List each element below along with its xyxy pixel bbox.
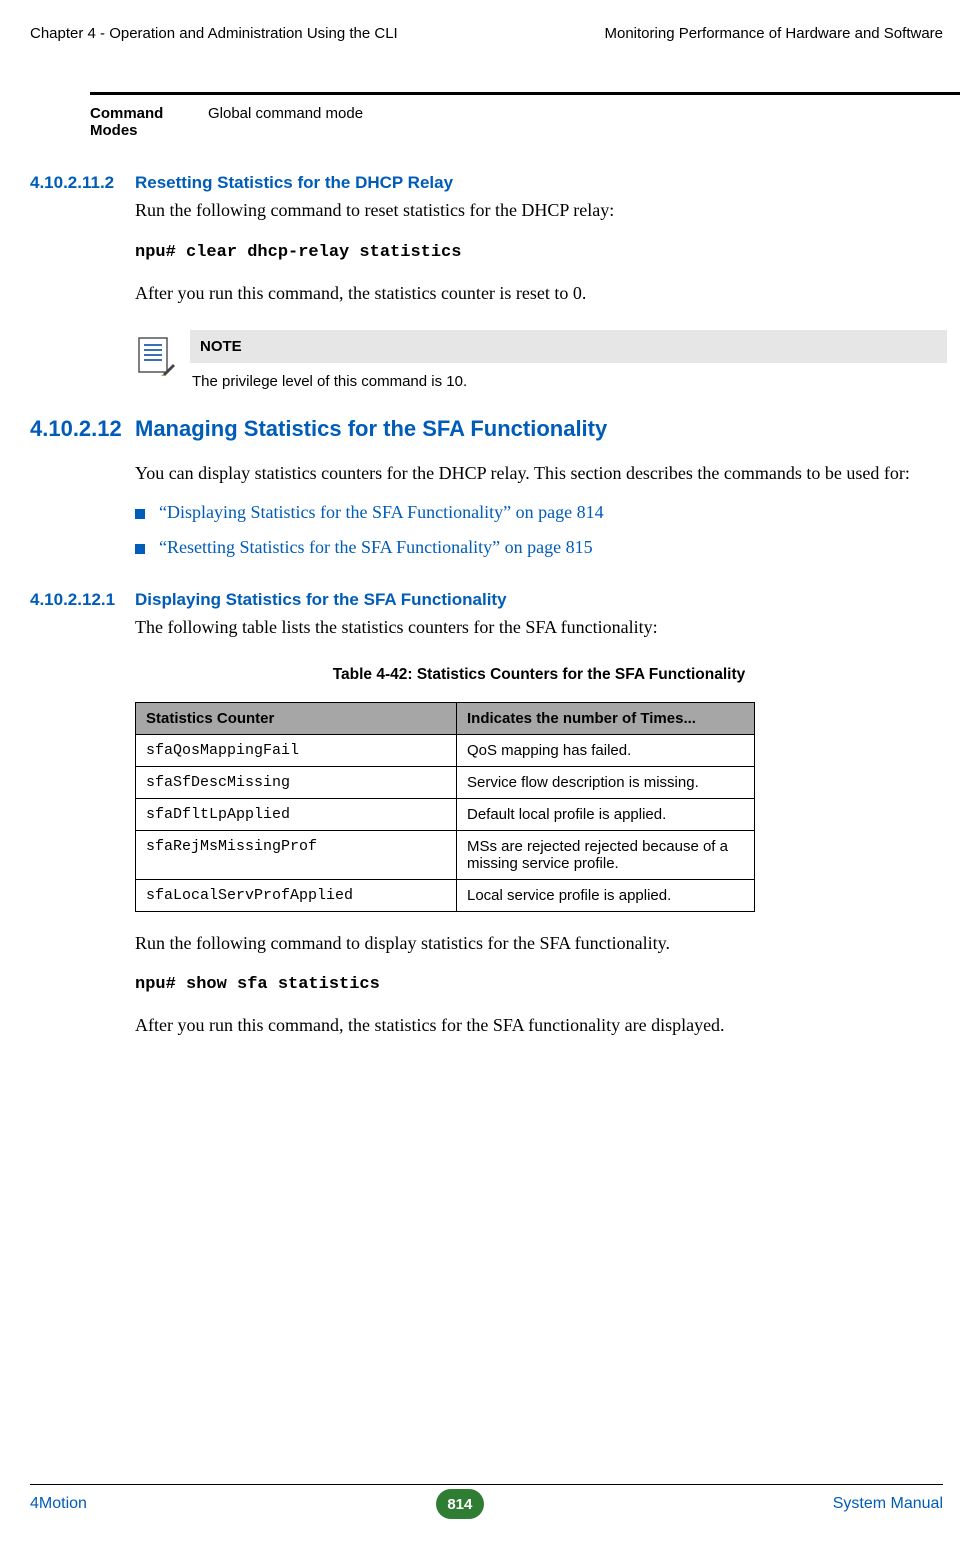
note-body: The privilege level of this command is 1… bbox=[190, 363, 947, 398]
xref-link[interactable]: “Displaying Statistics for the SFA Funct… bbox=[159, 502, 604, 523]
bullet-icon bbox=[135, 544, 145, 554]
cli-command: npu# show sfa statistics bbox=[135, 975, 943, 994]
header-left: Chapter 4 - Operation and Administration… bbox=[30, 25, 398, 42]
table-row: sfaLocalServProfApplied Local service pr… bbox=[136, 879, 755, 911]
list-item: “Resetting Statistics for the SFA Functi… bbox=[135, 537, 943, 558]
section-number: 4.10.2.12.1 bbox=[30, 590, 135, 610]
page: Chapter 4 - Operation and Administration… bbox=[0, 0, 973, 1545]
table-wrapper: Table 4-42: Statistics Counters for the … bbox=[135, 666, 943, 912]
section-paragraph: Run the following command to display sta… bbox=[135, 930, 943, 958]
xref-list: “Displaying Statistics for the SFA Funct… bbox=[135, 502, 943, 558]
page-header: Chapter 4 - Operation and Administration… bbox=[30, 25, 943, 42]
section-4-10-2-12: 4.10.2.12 Managing Statistics for the SF… bbox=[30, 416, 943, 572]
stat-counter-desc: Service flow description is missing. bbox=[457, 766, 755, 798]
table-header: Statistics Counter bbox=[136, 702, 457, 734]
note-heading: NOTE bbox=[190, 330, 947, 363]
section-title: Resetting Statistics for the DHCP Relay bbox=[135, 173, 943, 193]
table-row: sfaQosMappingFail QoS mapping has failed… bbox=[136, 734, 755, 766]
footer-right: System Manual bbox=[833, 1495, 943, 1513]
stat-counter-name: sfaLocalServProfApplied bbox=[136, 879, 457, 911]
section-title: Displaying Statistics for the SFA Functi… bbox=[135, 590, 943, 610]
header-right: Monitoring Performance of Hardware and S… bbox=[605, 25, 944, 42]
stat-counter-name: sfaQosMappingFail bbox=[136, 734, 457, 766]
table-header: Indicates the number of Times... bbox=[457, 702, 755, 734]
section-paragraph: After you run this command, the statisti… bbox=[135, 280, 943, 308]
stat-counter-name: sfaDfltLpApplied bbox=[136, 798, 457, 830]
command-modes-label-l2: Modes bbox=[90, 122, 138, 139]
section-4-10-2-11-2: 4.10.2.11.2 Resetting Statistics for the… bbox=[30, 173, 943, 308]
cli-command: npu# clear dhcp-relay statistics bbox=[135, 243, 943, 262]
command-modes-label-l1: Command bbox=[90, 105, 163, 122]
section-4-10-2-12-1: 4.10.2.12.1 Displaying Statistics for th… bbox=[30, 590, 943, 642]
stat-counter-desc: QoS mapping has failed. bbox=[457, 734, 755, 766]
post-table-block: Run the following command to display sta… bbox=[135, 930, 943, 1041]
stat-counter-desc: Local service profile is applied. bbox=[457, 879, 755, 911]
section-number: 4.10.2.11.2 bbox=[30, 173, 135, 193]
xref-link[interactable]: “Resetting Statistics for the SFA Functi… bbox=[159, 537, 593, 558]
section-paragraph: Run the following command to reset stati… bbox=[135, 197, 943, 225]
list-item: “Displaying Statistics for the SFA Funct… bbox=[135, 502, 943, 523]
section-title: Managing Statistics for the SFA Function… bbox=[135, 416, 943, 442]
stat-counter-name: sfaSfDescMissing bbox=[136, 766, 457, 798]
stat-counter-name: sfaRejMsMissingProf bbox=[136, 830, 457, 879]
section-paragraph: The following table lists the statistics… bbox=[135, 614, 943, 642]
stat-counter-desc: MSs are rejected rejected because of a m… bbox=[457, 830, 755, 879]
footer-left: 4Motion bbox=[30, 1495, 87, 1513]
page-footer: 4Motion 814 System Manual bbox=[0, 1489, 973, 1519]
command-modes-rule bbox=[90, 92, 960, 95]
command-modes-table: Command Modes Global command mode bbox=[90, 101, 393, 143]
section-paragraph: You can display statistics counters for … bbox=[135, 460, 943, 488]
table-row: sfaRejMsMissingProf MSs are rejected rej… bbox=[136, 830, 755, 879]
table-caption: Table 4-42: Statistics Counters for the … bbox=[135, 666, 943, 684]
page-number: 814 bbox=[436, 1489, 484, 1519]
note-icon bbox=[135, 336, 190, 383]
section-paragraph: After you run this command, the statisti… bbox=[135, 1012, 943, 1040]
section-number: 4.10.2.12 bbox=[30, 416, 135, 442]
table-row: sfaSfDescMissing Service flow descriptio… bbox=[136, 766, 755, 798]
command-modes-value: Global command mode bbox=[208, 101, 393, 143]
table-row: sfaDfltLpApplied Default local profile i… bbox=[136, 798, 755, 830]
note-block: NOTE The privilege level of this command… bbox=[135, 330, 947, 398]
stat-counter-desc: Default local profile is applied. bbox=[457, 798, 755, 830]
sfa-stats-table: Statistics Counter Indicates the number … bbox=[135, 702, 755, 912]
bullet-icon bbox=[135, 509, 145, 519]
command-modes-label: Command Modes bbox=[90, 101, 208, 143]
footer-rule bbox=[30, 1484, 943, 1485]
